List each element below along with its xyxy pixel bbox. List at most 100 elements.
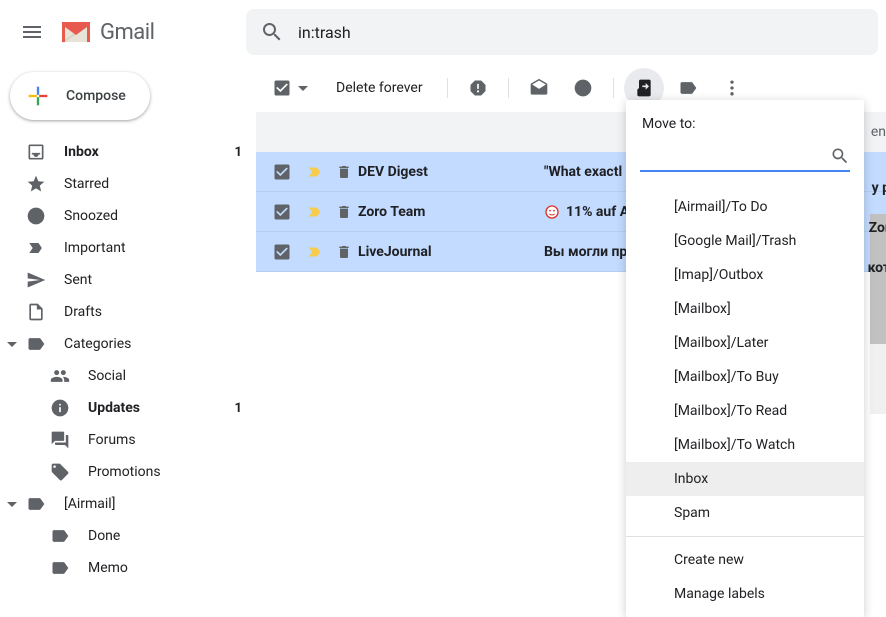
info-icon <box>50 398 70 418</box>
move-option[interactable]: Spam <box>626 496 864 530</box>
popover-search-input[interactable] <box>640 148 830 164</box>
trash-indicator <box>336 244 352 260</box>
app-name: Gmail <box>100 20 154 45</box>
compose-label: Compose <box>66 88 126 104</box>
chevron-down-icon <box>4 496 20 512</box>
label-icon <box>26 494 46 514</box>
star-icon <box>26 174 46 194</box>
sidebar-item-snoozed[interactable]: Snoozed <box>0 200 256 232</box>
send-icon <box>26 270 46 290</box>
move-option[interactable]: [Mailbox]/To Buy <box>626 360 864 394</box>
row-clip-2: кот <box>868 260 886 276</box>
file-icon <box>26 302 46 322</box>
sidebar-item-categories[interactable]: Categories <box>0 328 256 360</box>
sidebar-item-done[interactable]: Done <box>0 520 256 552</box>
people-icon <box>50 366 70 386</box>
sidebar-item-label: Snoozed <box>64 208 242 224</box>
main-menu-button[interactable] <box>8 8 56 56</box>
sidebar-item-label: Promotions <box>88 464 242 480</box>
delete-forever-button[interactable]: Delete forever <box>322 80 437 96</box>
trash-icon <box>336 244 352 260</box>
importance-marker[interactable] <box>306 163 326 181</box>
move-option[interactable]: [Google Mail]/Trash <box>626 224 864 258</box>
inbox-icon <box>26 142 46 162</box>
checkbox-checked-icon <box>272 78 292 98</box>
row-clip-0: y p <box>872 180 886 196</box>
sidebar-item-label: Social <box>88 368 242 384</box>
snooze-button[interactable] <box>563 68 603 108</box>
important-icon <box>306 203 324 221</box>
plus-icon <box>24 82 52 110</box>
important-icon <box>26 238 46 258</box>
sidebar-item-label: Categories <box>64 336 242 352</box>
move-option[interactable]: [Airmail]/To Do <box>626 190 864 224</box>
logo[interactable]: Gmail <box>56 20 236 45</box>
move-option[interactable]: [Mailbox] <box>626 292 864 326</box>
report-spam-button[interactable] <box>458 68 498 108</box>
search-input[interactable] <box>298 23 864 42</box>
header: Gmail <box>0 0 886 64</box>
select-dropdown[interactable] <box>296 86 310 91</box>
select-all-checkbox[interactable] <box>272 78 292 98</box>
row-checkbox[interactable] <box>272 202 292 222</box>
clock-icon <box>573 78 593 98</box>
sidebar-item-count: 1 <box>235 145 242 160</box>
drafts-icon <box>529 78 549 98</box>
sidebar-item--airmail-[interactable]: [Airmail] <box>0 488 256 520</box>
manage-labels-option[interactable]: Manage labels <box>626 577 864 611</box>
row-clip-1: Zor <box>869 220 886 236</box>
sidebar-item-label: Memo <box>88 560 242 576</box>
label-icon <box>26 334 46 354</box>
sidebar-item-memo[interactable]: Memo <box>0 552 256 584</box>
sidebar-item-label: [Airmail] <box>64 496 242 512</box>
move-option[interactable]: Inbox <box>626 462 864 496</box>
checkbox-checked-icon <box>272 202 292 222</box>
separator <box>613 78 614 98</box>
compose-button[interactable]: Compose <box>10 72 150 120</box>
sidebar-item-label: Done <box>88 528 242 544</box>
mark-read-button[interactable] <box>519 68 559 108</box>
move-option[interactable]: [Imap]/Outbox <box>626 258 864 292</box>
sidebar-item-updates[interactable]: Updates1 <box>0 392 256 424</box>
gmail-icon <box>60 20 92 44</box>
tag-icon <box>50 462 70 482</box>
label-icon <box>678 78 698 98</box>
separator <box>508 78 509 98</box>
importance-marker[interactable] <box>306 243 326 261</box>
sidebar-item-promotions[interactable]: Promotions <box>0 456 256 488</box>
search-icon <box>830 146 850 166</box>
move-option[interactable]: [Mailbox]/To Watch <box>626 428 864 462</box>
main: Compose Inbox1StarredSnoozedImportantSen… <box>0 64 886 595</box>
trash-icon <box>336 164 352 180</box>
trash-indicator <box>336 204 352 220</box>
create-new-option[interactable]: Create new <box>626 543 864 577</box>
row-sender: Zoro Team <box>358 204 544 220</box>
checkbox-checked-icon <box>272 162 292 182</box>
sidebar-item-important[interactable]: Important <box>0 232 256 264</box>
move-option[interactable]: [Mailbox]/Later <box>626 326 864 360</box>
row-checkbox[interactable] <box>272 162 292 182</box>
popover-search[interactable] <box>640 142 850 172</box>
sidebar-item-inbox[interactable]: Inbox1 <box>0 136 256 168</box>
search-bar[interactable] <box>246 9 878 55</box>
popover-title: Move to: <box>626 100 864 142</box>
label-icon <box>50 526 70 546</box>
sidebar-item-forums[interactable]: Forums <box>0 424 256 456</box>
chevron-down-icon <box>4 336 20 352</box>
important-icon <box>306 163 324 181</box>
banner-text-clip: en <box>871 124 886 140</box>
sidebar-item-sent[interactable]: Sent <box>0 264 256 296</box>
sidebar-item-starred[interactable]: Starred <box>0 168 256 200</box>
sidebar-item-social[interactable]: Social <box>0 360 256 392</box>
content: Delete forever DEV Digest"What exactlZor… <box>256 64 886 595</box>
search-icon <box>260 20 284 44</box>
row-sender: DEV Digest <box>358 164 544 180</box>
sidebar-item-count: 1 <box>235 401 242 416</box>
sidebar-item-label: Sent <box>64 272 242 288</box>
clock-icon <box>26 206 46 226</box>
move-option[interactable]: [Mailbox]/To Read <box>626 394 864 428</box>
important-icon <box>306 243 324 261</box>
row-checkbox[interactable] <box>272 242 292 262</box>
importance-marker[interactable] <box>306 203 326 221</box>
sidebar-item-drafts[interactable]: Drafts <box>0 296 256 328</box>
